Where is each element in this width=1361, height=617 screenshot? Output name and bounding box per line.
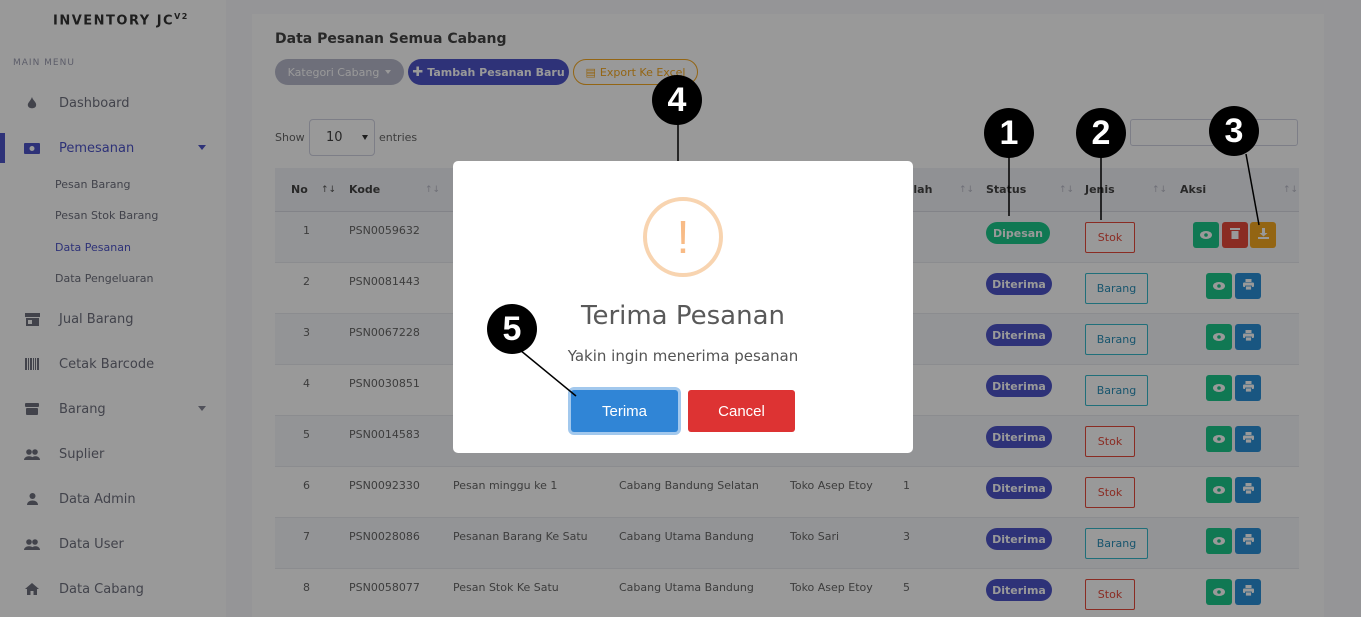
annotation-marker-2: 2 (1076, 108, 1126, 158)
annotation-marker-1: 1 (984, 108, 1034, 158)
annotation-marker-3: 3 (1209, 106, 1259, 156)
annotation-marker-5: 5 (487, 304, 537, 354)
annotation-marker-4: 4 (652, 75, 702, 125)
